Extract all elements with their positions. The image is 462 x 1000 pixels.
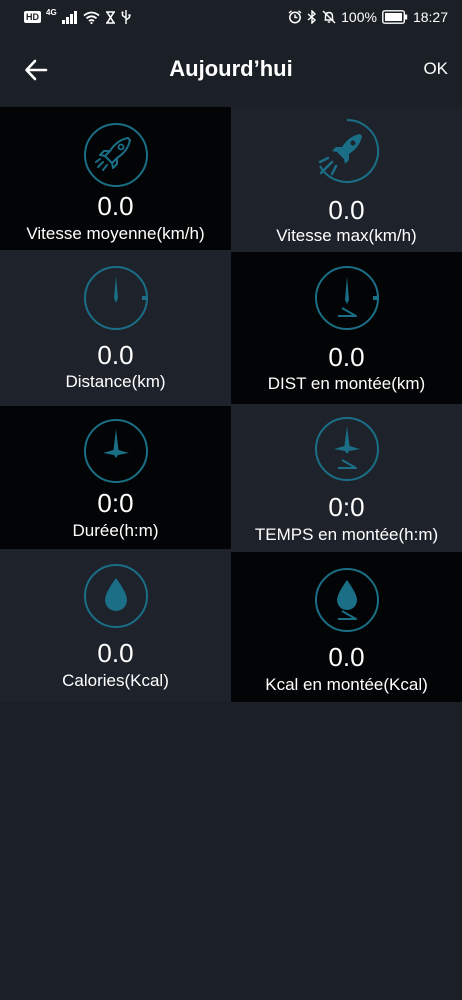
status-bar: HD 4G 100% 18:27 — [0, 0, 462, 34]
rocket-icon — [83, 123, 148, 187]
bluetooth-icon — [307, 10, 317, 24]
stat-value: 0:0 — [97, 488, 134, 518]
network-type-label: 4G — [46, 8, 57, 17]
stat-value: 0.0 — [97, 638, 134, 668]
stat-value: 0:0 — [328, 492, 365, 522]
battery-percent: 100% — [341, 9, 377, 25]
stat-label: Durée(h:m) — [72, 521, 159, 540]
clock-climb-icon — [314, 417, 379, 481]
ok-button[interactable]: OK — [423, 56, 448, 82]
stat-label: Kcal en montée(Kcal) — [265, 675, 428, 694]
stat-label: Vitesse moyenne(km/h) — [26, 224, 205, 243]
stat-label: TEMPS en montée(h:m) — [254, 525, 439, 544]
wifi-icon — [83, 11, 100, 24]
stat-tile-avg-speed: 0.0 Vitesse moyenne(km/h) — [0, 107, 231, 250]
clock-time: 18:27 — [412, 9, 448, 25]
drop-climb-icon — [314, 568, 379, 632]
stat-tile-duration: 0:0 Durée(h:m) — [0, 406, 231, 549]
stat-value: 0.0 — [97, 340, 134, 370]
stat-tile-max-speed: 0.0 Vitesse max(km/h) — [231, 107, 462, 252]
page-title: Aujourd’hui — [169, 56, 293, 81]
bell-off-icon — [322, 10, 336, 24]
stat-tile-climb-calories: 0.0 Kcal en montée(Kcal) — [231, 552, 462, 702]
hourglass-icon — [105, 10, 115, 24]
stat-tile-climb-time: 0:0 TEMPS en montée(h:m) — [231, 404, 462, 552]
clock-icon — [83, 419, 148, 483]
hd-icon: HD — [24, 11, 41, 23]
stat-label: Distance(km) — [65, 372, 166, 391]
stat-tile-calories: 0.0 Calories(Kcal) — [0, 549, 231, 702]
drop-icon — [83, 564, 148, 628]
signal-icon — [61, 10, 77, 24]
stat-value: 0.0 — [97, 191, 134, 221]
stat-value: 0.0 — [328, 642, 365, 672]
rocket-fast-icon — [318, 118, 379, 183]
stat-label: Calories(Kcal) — [62, 671, 169, 690]
stat-tile-distance: 0.0 Distance(km) — [0, 250, 231, 406]
distance-climb-icon — [314, 266, 379, 330]
stat-value: 0.0 — [328, 342, 365, 372]
battery-icon — [382, 10, 408, 24]
distance-dial-icon — [83, 266, 148, 330]
alarm-icon — [288, 10, 302, 24]
stat-label: Vitesse max(km/h) — [276, 226, 417, 245]
stat-tile-climb-distance: 0.0 DIST en montée(km) — [231, 252, 462, 404]
usb-icon — [121, 10, 131, 24]
stat-label: DIST en montée(km) — [267, 374, 426, 393]
stat-value: 0.0 — [328, 195, 365, 225]
app-bar: Aujourd’hui OK — [0, 34, 462, 106]
